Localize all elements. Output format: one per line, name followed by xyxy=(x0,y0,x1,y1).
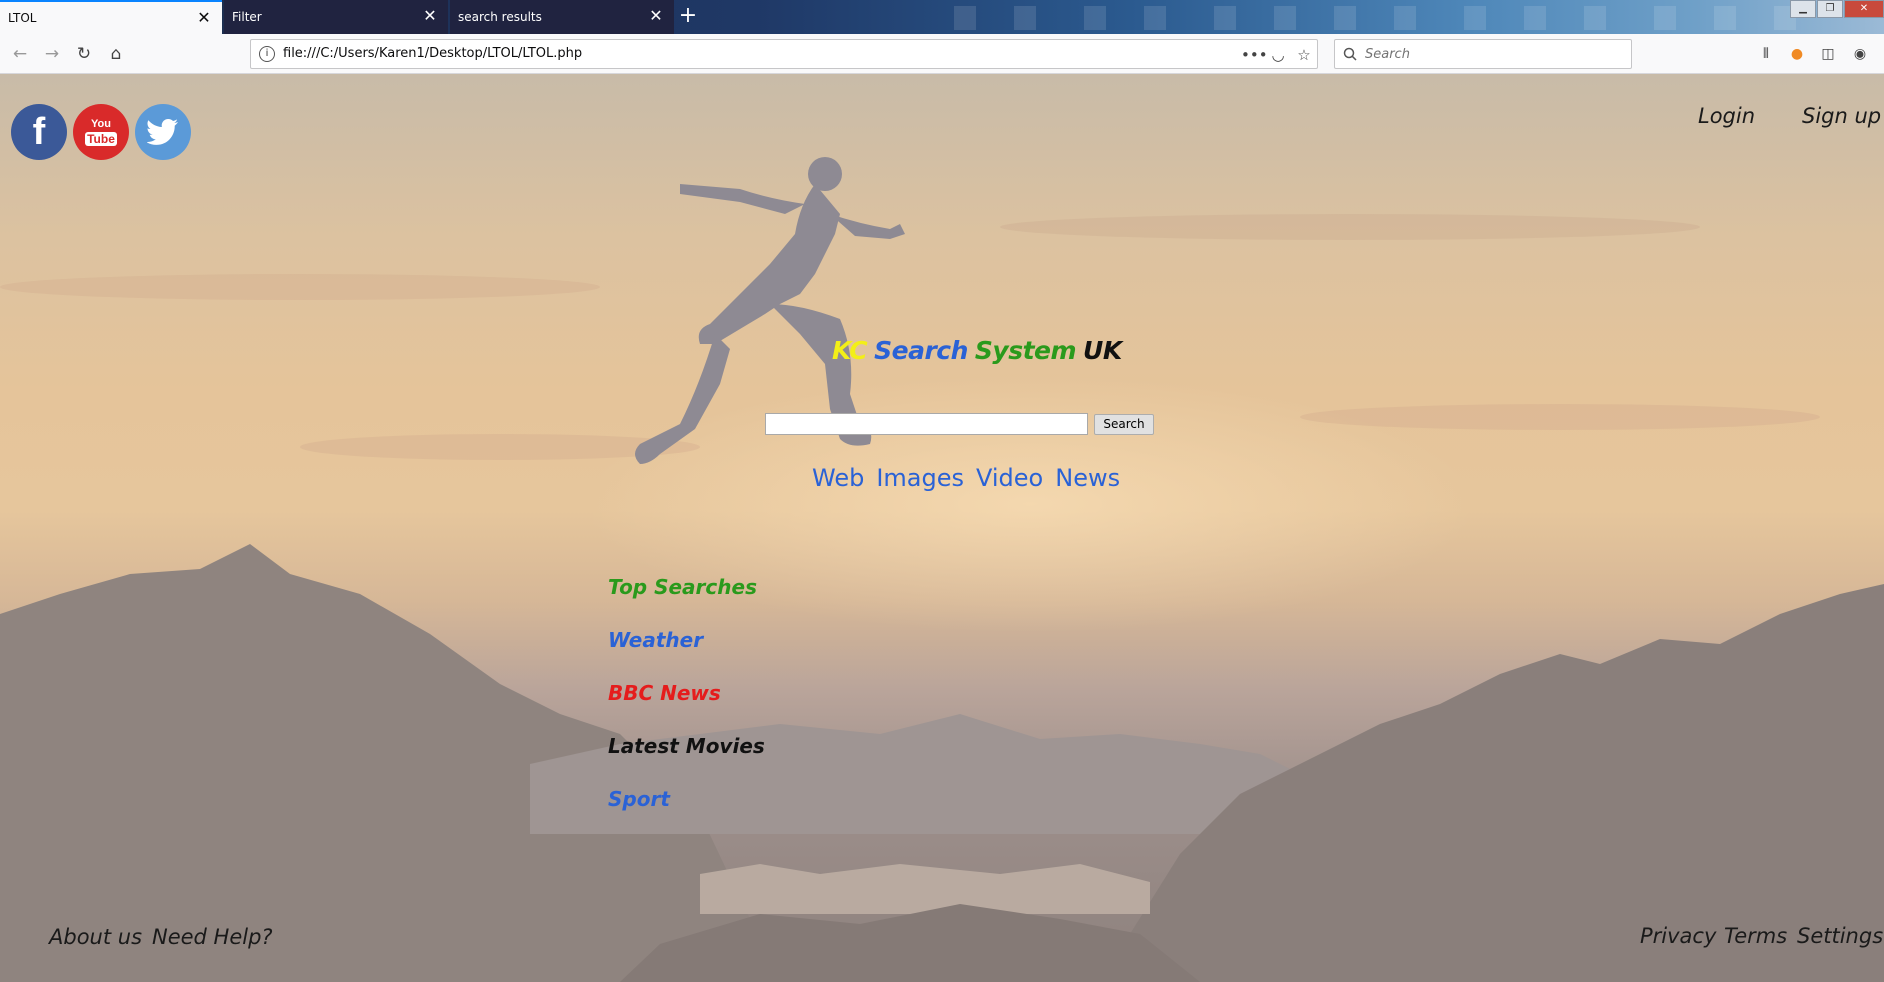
twitter-bird-icon xyxy=(147,119,178,145)
tab-bar: LTOL ✕ Filter ✕ search results ✕ + ▁ ❐ ✕ xyxy=(0,0,1884,34)
category-video[interactable]: Video xyxy=(976,464,1043,492)
category-web[interactable]: Web xyxy=(812,464,864,492)
brand-kc: KC xyxy=(832,336,868,365)
signup-link[interactable]: Sign up xyxy=(1802,104,1881,128)
category-images[interactable]: Images xyxy=(876,464,964,492)
footer-terms[interactable]: Terms xyxy=(1724,924,1787,948)
search-input[interactable] xyxy=(765,413,1088,435)
tab-bar-background xyxy=(674,0,1884,34)
close-tab-icon[interactable]: ✕ xyxy=(422,8,438,24)
maximize-icon[interactable]: ❐ xyxy=(1817,0,1843,18)
footer-about-us[interactable]: About us xyxy=(49,925,142,949)
footer-privacy[interactable]: Privacy xyxy=(1640,924,1716,948)
youtube-you-text: You xyxy=(91,118,111,130)
browser-search-bar[interactable]: Search xyxy=(1334,39,1632,69)
info-icon[interactable]: i xyxy=(259,46,275,62)
footer-settings[interactable]: Settings xyxy=(1797,924,1883,948)
brand-uk: UK xyxy=(1083,336,1122,365)
twitter-icon[interactable] xyxy=(135,104,191,160)
footer-need-help[interactable]: Need Help? xyxy=(152,925,273,949)
navigation-toolbar: ← → ↻ ⌂ i file:///C:/Users/Karen1/Deskto… xyxy=(0,34,1884,74)
youtube-icon[interactable]: You Tube xyxy=(73,104,129,160)
close-window-icon[interactable]: ✕ xyxy=(1844,0,1884,18)
home-icon[interactable]: ⌂ xyxy=(104,42,128,66)
sidebar-icon[interactable]: ◫ xyxy=(1816,42,1840,66)
extension-icon[interactable]: ● xyxy=(1785,42,1809,66)
page-background: f You Tube Login Sign up KC Search System U… xyxy=(0,74,1884,982)
quick-link-top-searches[interactable]: Top Searches xyxy=(608,575,757,599)
tab-label: search results xyxy=(458,10,542,24)
close-tab-icon[interactable]: ✕ xyxy=(196,10,212,26)
youtube-tube-text: Tube xyxy=(85,132,117,146)
quick-link-sport[interactable]: Sport xyxy=(608,787,670,811)
search-button[interactable]: Search xyxy=(1094,414,1154,435)
close-tab-icon[interactable]: ✕ xyxy=(648,8,664,24)
login-link[interactable]: Login xyxy=(1698,104,1755,128)
site-title: KC Search System UK xyxy=(832,336,1129,365)
brand-system: System xyxy=(974,336,1077,365)
tab-search-results[interactable]: search results ✕ xyxy=(450,0,674,34)
pocket-icon[interactable]: ◡ xyxy=(1267,44,1289,66)
library-icon[interactable]: ⫴ xyxy=(1754,42,1778,66)
account-icon[interactable]: ◉ xyxy=(1848,42,1872,66)
search-icon xyxy=(1343,47,1357,61)
minimize-icon[interactable]: ▁ xyxy=(1790,0,1816,18)
tab-label: Filter xyxy=(232,10,262,24)
back-icon[interactable]: ← xyxy=(8,42,32,66)
brand-search: Search xyxy=(874,336,968,365)
tab-filter[interactable]: Filter ✕ xyxy=(224,0,448,34)
facebook-icon[interactable]: f xyxy=(11,104,67,160)
category-news[interactable]: News xyxy=(1055,464,1120,492)
page-actions-icon[interactable]: ••• xyxy=(1241,44,1268,66)
tab-ltol[interactable]: LTOL ✕ xyxy=(0,0,222,34)
window-controls: ▁ ❐ ✕ xyxy=(1789,0,1884,20)
quick-link-weather[interactable]: Weather xyxy=(608,628,703,652)
quick-link-latest-movies[interactable]: Latest Movies xyxy=(608,734,765,758)
quick-link-bbc-news[interactable]: BBC News xyxy=(608,681,721,705)
forward-icon[interactable]: → xyxy=(40,42,64,66)
address-bar[interactable]: i file:///C:/Users/Karen1/Desktop/LTOL/L… xyxy=(250,39,1318,69)
bookmark-star-icon[interactable]: ☆ xyxy=(1293,44,1315,66)
reload-icon[interactable]: ↻ xyxy=(72,42,96,66)
url-text[interactable]: file:///C:/Users/Karen1/Desktop/LTOL/LTO… xyxy=(283,46,582,61)
tab-label: LTOL xyxy=(8,11,37,25)
new-tab-icon[interactable]: + xyxy=(674,4,702,30)
search-placeholder: Search xyxy=(1365,47,1410,62)
search-categories: Web Images Video News xyxy=(812,464,1132,492)
